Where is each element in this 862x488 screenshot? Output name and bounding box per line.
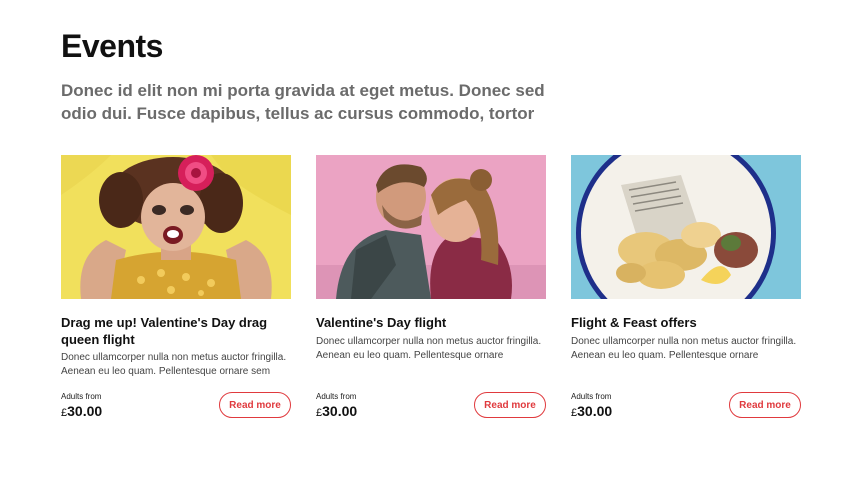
event-card: Valentine's Day flight Donec ullamcorper… [316, 155, 546, 425]
price-amount: 30.00 [322, 403, 358, 419]
price-value: £30.00 [316, 402, 357, 422]
card-title[interactable]: Flight & Feast offers [571, 314, 796, 331]
read-more-button[interactable]: Read more [219, 392, 291, 418]
read-more-button[interactable]: Read more [474, 392, 546, 418]
price-amount: 30.00 [67, 403, 103, 419]
event-card: Flight & Feast offers Donec ullamcorper … [571, 155, 801, 425]
fish-and-chips-photo[interactable] [571, 155, 801, 299]
card-description: Donec ullamcorper nulla non metus auctor… [316, 336, 542, 361]
price-label: Adults from [571, 392, 612, 401]
page-title: Events [61, 28, 163, 64]
event-card: Drag me up! Valentine's Day drag queen f… [61, 155, 291, 425]
section-intro: Donec id elit non mi porta gravida at eg… [61, 81, 545, 123]
card-description: Donec ullamcorper nulla non metus auctor… [571, 336, 797, 361]
card-title[interactable]: Valentine's Day flight [316, 314, 541, 331]
price-block: Adults from £30.00 [316, 392, 357, 422]
price-label: Adults from [316, 392, 357, 401]
price-block: Adults from £30.00 [571, 392, 612, 422]
card-title[interactable]: Drag me up! Valentine's Day drag queen f… [61, 314, 286, 348]
drag-queen-photo[interactable] [61, 155, 291, 299]
read-more-button[interactable]: Read more [729, 392, 801, 418]
card-description: Donec ullamcorper nulla non metus auctor… [61, 352, 287, 377]
price-value: £30.00 [61, 402, 102, 422]
price-amount: 30.00 [577, 403, 613, 419]
price-label: Adults from [61, 392, 102, 401]
price-block: Adults from £30.00 [61, 392, 102, 422]
couple-kissing-photo[interactable] [316, 155, 546, 299]
price-value: £30.00 [571, 402, 612, 422]
